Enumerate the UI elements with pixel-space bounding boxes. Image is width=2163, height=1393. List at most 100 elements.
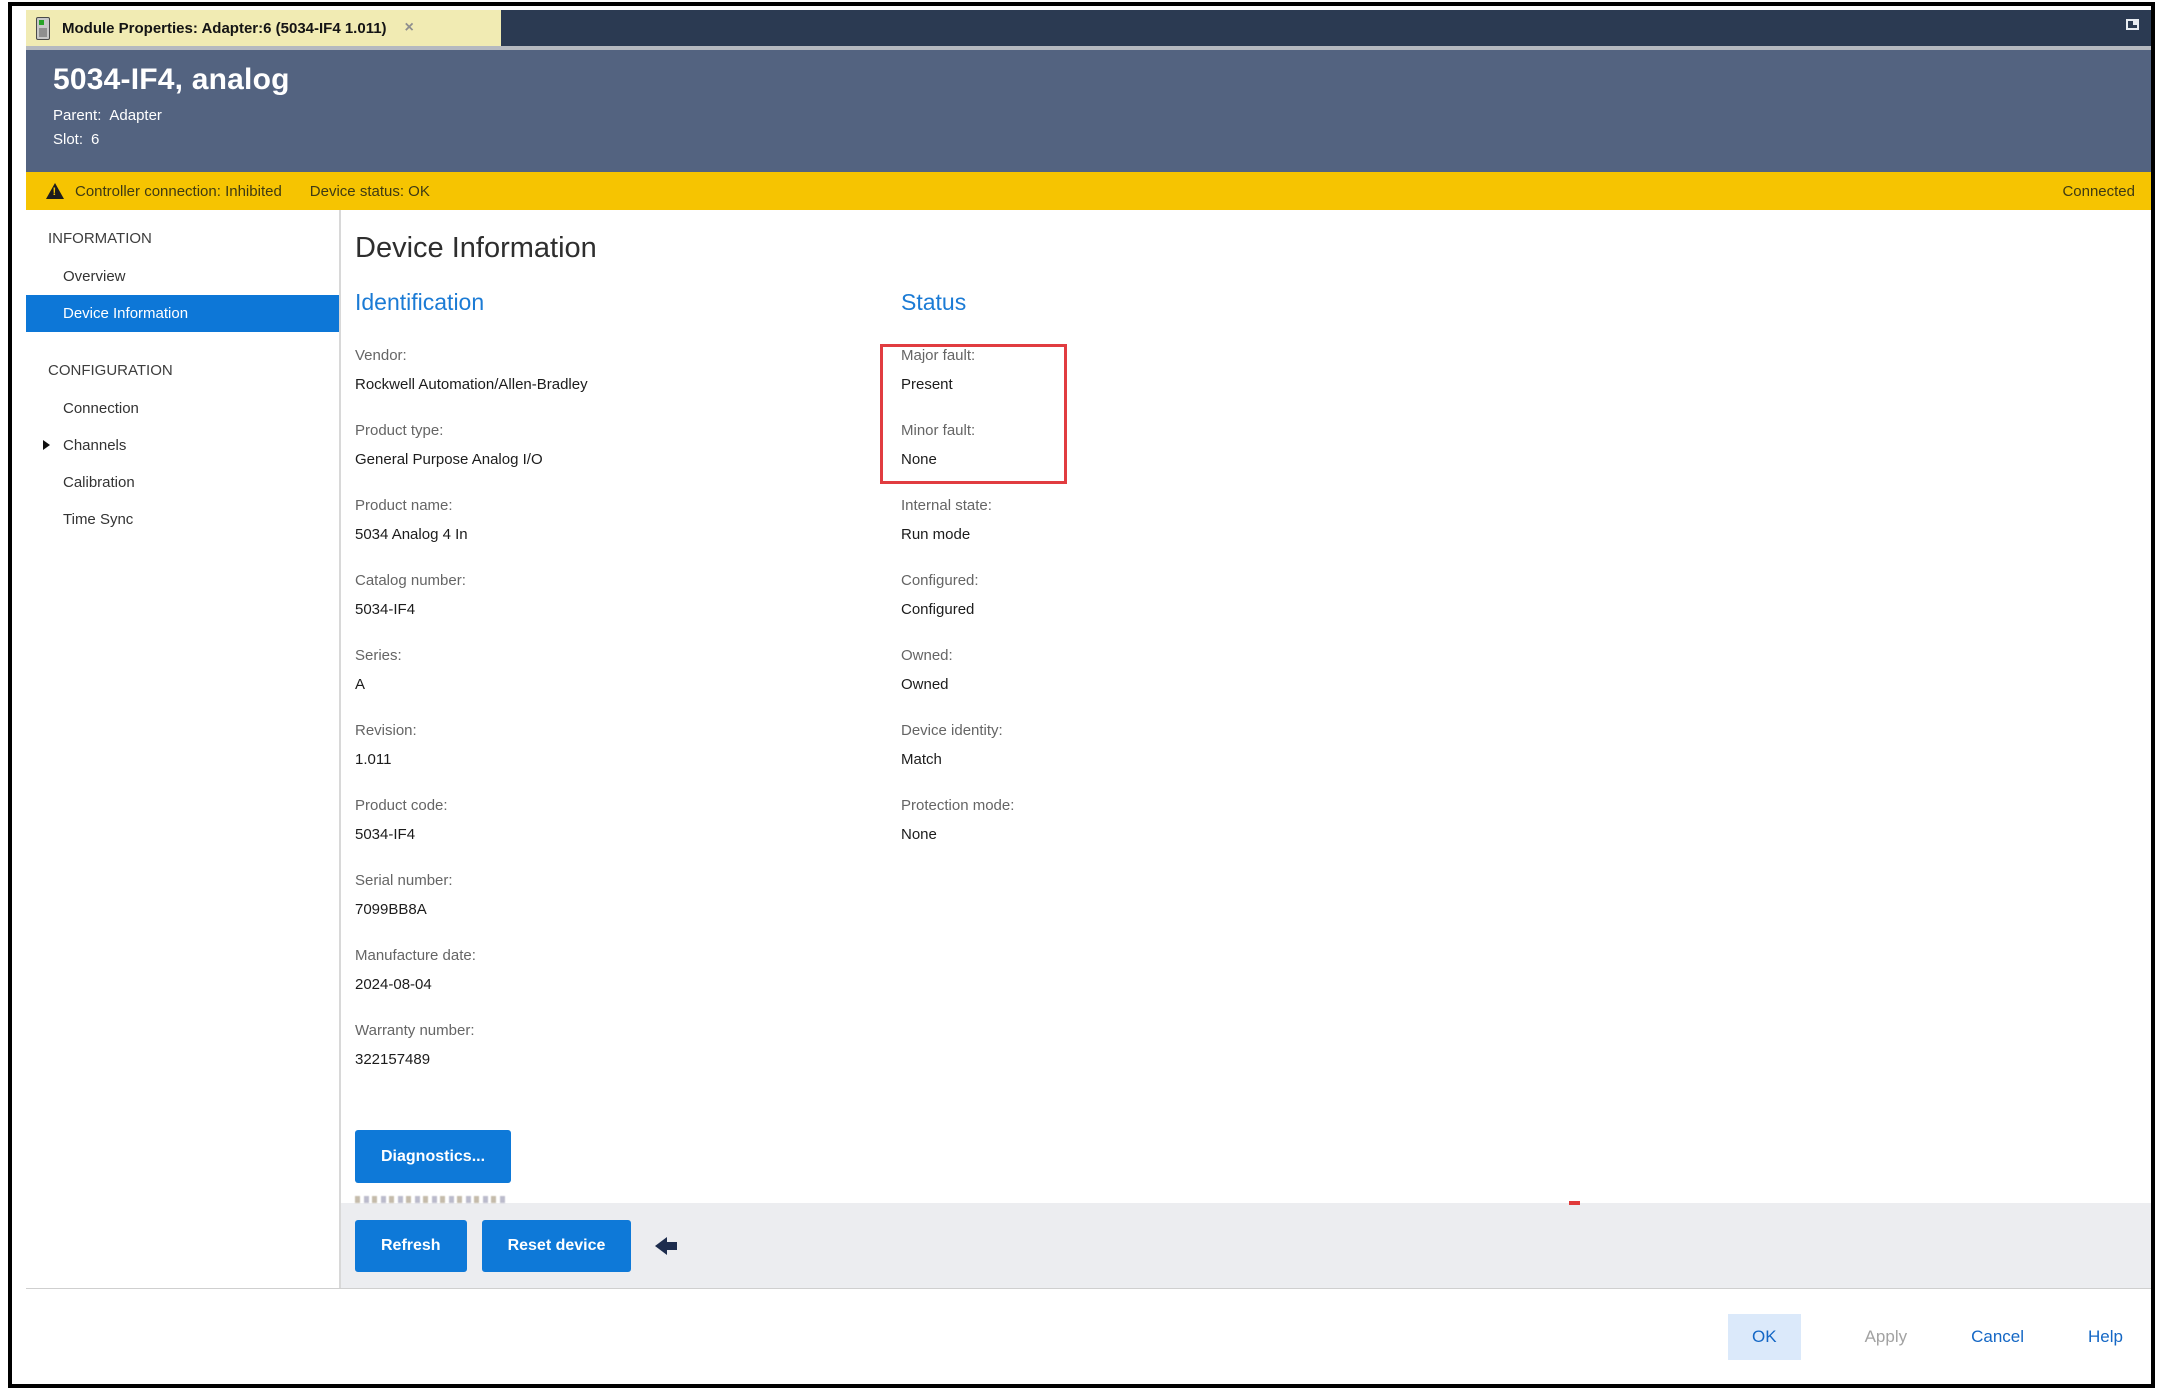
field-series: Series: A (355, 646, 901, 695)
tab-strip: Module Properties: Adapter:6 (5034-IF4 1… (26, 10, 2151, 46)
field-internal-state: Internal state: Run mode (901, 496, 2151, 545)
identification-column: Identification Vendor: Rockwell Automati… (355, 289, 901, 1203)
apply-button[interactable]: Apply (1865, 1327, 1908, 1347)
field-label: Warranty number: (355, 1021, 901, 1041)
help-button[interactable]: Help (2088, 1327, 2123, 1347)
arrow-head (655, 1237, 667, 1255)
arrow-left-icon (655, 1237, 677, 1255)
redacted-text-artifact (355, 1196, 507, 1203)
tab-module-properties[interactable]: Module Properties: Adapter:6 (5034-IF4 1… (26, 10, 501, 46)
field-label: Catalog number: (355, 571, 901, 591)
reset-device-button[interactable]: Reset device (482, 1220, 632, 1272)
module-icon (36, 17, 50, 40)
cancel-button[interactable]: Cancel (1971, 1327, 2024, 1347)
device-information-panel: Device Information Identification Vendor… (341, 210, 2151, 1203)
field-label: Series: (355, 646, 901, 666)
sidebar-item-channels[interactable]: Channels (26, 427, 339, 464)
dialog-footer: OK Apply Cancel Help (26, 1288, 2151, 1384)
field-value: Rockwell Automation/Allen-Bradley (355, 375, 901, 395)
field-label: Revision: (355, 721, 901, 741)
field-label: Product type: (355, 421, 901, 441)
slot-row: Slot:6 (53, 130, 2151, 150)
module-properties-window: Module Properties: Adapter:6 (5034-IF4 1… (8, 2, 2155, 1388)
field-value: Run mode (901, 525, 2151, 545)
body: INFORMATION Overview Device Information … (26, 210, 2151, 1288)
field-value: 322157489 (355, 1050, 901, 1070)
close-icon[interactable]: × (405, 20, 414, 36)
pin-window-icon[interactable] (2126, 19, 2139, 30)
field-value: 5034-IF4 (355, 825, 901, 845)
field-label: Device identity: (901, 721, 2151, 741)
ok-button[interactable]: OK (1728, 1314, 1801, 1360)
field-value: 1.011 (355, 750, 901, 770)
sidebar-section-information: INFORMATION (26, 220, 339, 258)
sidebar-item-time-sync[interactable]: Time Sync (26, 501, 339, 538)
field-value: Owned (901, 675, 2151, 695)
field-serial-number: Serial number: 7099BB8A (355, 871, 901, 920)
field-catalog-number: Catalog number: 5034-IF4 (355, 571, 901, 620)
field-value: A (355, 675, 901, 695)
sidebar-item-overview[interactable]: Overview (26, 258, 339, 295)
field-major-fault: Major fault: Present (901, 346, 2151, 395)
sidebar-item-channels-label: Channels (63, 437, 126, 454)
field-manufacture-date: Manufacture date: 2024-08-04 (355, 946, 901, 995)
status-warning-bar: Controller connection: Inhibited Device … (26, 172, 2151, 210)
field-minor-fault: Minor fault: None (901, 421, 2151, 470)
content-title: Device Information (355, 232, 2151, 265)
parent-row: Parent: Adapter (53, 106, 2151, 126)
sidebar-gap (26, 332, 339, 352)
field-warranty-number: Warranty number: 322157489 (355, 1021, 901, 1070)
field-label: Protection mode: (901, 796, 2151, 816)
connected-status: Connected (2062, 183, 2135, 200)
content-wrap: Device Information Identification Vendor… (341, 210, 2151, 1288)
sidebar-item-connection[interactable]: Connection (26, 390, 339, 427)
field-value: 5034 Analog 4 In (355, 525, 901, 545)
sidebar-section-configuration: CONFIGURATION (26, 352, 339, 390)
action-bar: Refresh Reset device (341, 1203, 2151, 1288)
content-columns: Identification Vendor: Rockwell Automati… (355, 289, 2151, 1203)
field-owned: Owned: Owned (901, 646, 2151, 695)
field-label: Vendor: (355, 346, 901, 366)
diagnostics-button[interactable]: Diagnostics... (355, 1130, 511, 1183)
field-label: Minor fault: (901, 421, 2151, 441)
field-value: General Purpose Analog I/O (355, 450, 901, 470)
field-label: Configured: (901, 571, 2151, 591)
field-value: Match (901, 750, 2151, 770)
chevron-right-icon[interactable] (43, 440, 50, 450)
field-product-code: Product code: 5034-IF4 (355, 796, 901, 845)
sidebar-nav: INFORMATION Overview Device Information … (26, 210, 339, 1288)
identification-heading: Identification (355, 289, 901, 316)
warning-icon (46, 183, 64, 199)
field-value: 2024-08-04 (355, 975, 901, 995)
field-label: Owned: (901, 646, 2151, 666)
controller-connection-status: Controller connection: Inhibited (75, 183, 282, 200)
device-status: Device status: OK (310, 183, 430, 200)
field-value: 7099BB8A (355, 900, 901, 920)
red-mark-artifact (1569, 1201, 1580, 1205)
slot-label: Slot: (53, 131, 83, 148)
field-label: Major fault: (901, 346, 2151, 366)
field-device-identity: Device identity: Match (901, 721, 2151, 770)
status-heading: Status (901, 289, 2151, 316)
field-label: Internal state: (901, 496, 2151, 516)
module-header: 5034-IF4, analog Parent: Adapter Slot:6 (26, 50, 2151, 172)
field-revision: Revision: 1.011 (355, 721, 901, 770)
field-label: Product code: (355, 796, 901, 816)
parent-value: Adapter (109, 107, 162, 124)
field-value: None (901, 450, 2151, 470)
tab-title: Module Properties: Adapter:6 (5034-IF4 1… (62, 20, 387, 37)
field-vendor: Vendor: Rockwell Automation/Allen-Bradle… (355, 346, 901, 395)
sidebar-item-device-information[interactable]: Device Information (26, 295, 339, 332)
field-value: Configured (901, 600, 2151, 620)
refresh-button[interactable]: Refresh (355, 1220, 467, 1272)
field-value: Present (901, 375, 2151, 395)
field-label: Manufacture date: (355, 946, 901, 966)
module-icon-body (39, 28, 47, 37)
status-column: Status Major fault: Present Minor fault:… (901, 289, 2151, 1203)
field-value: None (901, 825, 2151, 845)
parent-label: Parent: (53, 107, 101, 124)
sidebar-item-calibration[interactable]: Calibration (26, 464, 339, 501)
field-product-type: Product type: General Purpose Analog I/O (355, 421, 901, 470)
page-title: 5034-IF4, analog (53, 63, 2151, 97)
field-configured: Configured: Configured (901, 571, 2151, 620)
